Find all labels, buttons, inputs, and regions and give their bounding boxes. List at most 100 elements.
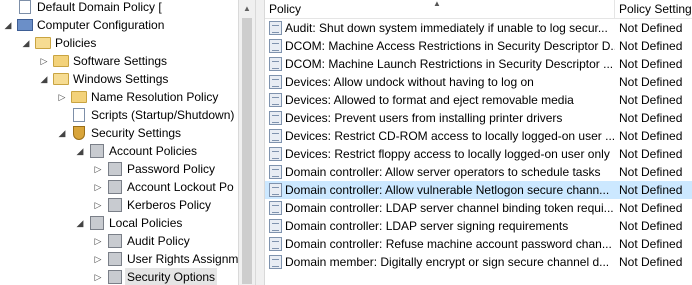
console-tree: Default Domain Policy [ ◢ Computer Configu… [0, 0, 238, 285]
policy-setting-icon [269, 93, 282, 107]
expand-arrow-icon[interactable]: ▷ [58, 88, 66, 106]
table-row[interactable]: Devices: Allow undock without having to … [265, 73, 692, 91]
policy-name: Domain member: Digitally encrypt or sign… [285, 255, 610, 269]
policy-setting-icon [269, 219, 282, 233]
policy-name: Devices: Restrict floppy access to local… [285, 147, 610, 161]
table-row[interactable]: Domain controller: Refuse machine accoun… [265, 235, 692, 253]
policy-setting-icon [269, 255, 282, 269]
pane-splitter[interactable] [255, 0, 265, 285]
policy-name: Domain controller: LDAP server signing r… [285, 219, 569, 233]
policy-name: Audit: Shut down system immediately if u… [285, 21, 608, 35]
policy-name: DCOM: Machine Launch Restrictions in Sec… [285, 57, 614, 71]
policy-setting-icon [269, 147, 282, 161]
table-row[interactable]: Domain controller: Allow vulnerable Netl… [265, 181, 692, 199]
policy-book-icon [108, 162, 122, 176]
tree-item-label: Scripts (Startup/Shutdown) [91, 108, 235, 122]
tree-item-label: Software Settings [73, 54, 168, 68]
policy-setting-icon [269, 237, 282, 251]
policy-name: Devices: Allow undock without having to … [285, 75, 534, 89]
policy-setting-value: Not Defined [619, 39, 683, 53]
policy-setting-icon [269, 111, 282, 125]
policy-setting-value: Not Defined [619, 111, 683, 125]
table-row[interactable]: Devices: Allowed to format and eject rem… [265, 91, 692, 109]
policy-name: Devices: Allowed to format and eject rem… [285, 93, 574, 107]
tree-item-label: User Rights Assignm [127, 252, 238, 266]
policy-setting-value: Not Defined [619, 183, 683, 197]
tree-item-label: Default Domain Policy [ [37, 0, 162, 14]
tree-vertical-scrollbar[interactable]: ▲ [238, 0, 255, 285]
tree-item-label: Security Settings [91, 126, 182, 140]
table-row[interactable]: Devices: Restrict floppy access to local… [265, 145, 692, 163]
scrollbar-thumb[interactable] [242, 18, 252, 284]
policy-setting-icon [269, 183, 282, 197]
policy-book-icon [108, 180, 122, 194]
policy-setting-icon [269, 165, 282, 179]
policy-setting-value: Not Defined [619, 21, 683, 35]
collapse-arrow-icon[interactable]: ◢ [22, 34, 30, 52]
table-row[interactable]: Domain controller: LDAP server channel b… [265, 199, 692, 217]
policy-list: Policy ▲ Policy Setting Audit: Shut down… [265, 0, 692, 285]
policy-book-icon [90, 216, 104, 230]
collapse-arrow-icon[interactable]: ◢ [40, 70, 48, 88]
script-doc-icon [73, 108, 85, 122]
table-row[interactable]: Devices: Restrict CD-ROM access to local… [265, 127, 692, 145]
policy-setting-value: Not Defined [619, 255, 683, 269]
expand-arrow-icon[interactable]: ▷ [40, 52, 48, 70]
policy-book-icon [90, 144, 104, 158]
policy-setting-icon [269, 21, 282, 35]
policy-book-icon [108, 234, 122, 248]
table-row[interactable]: Domain member: Digitally encrypt or sign… [265, 253, 692, 271]
folder-open-icon [35, 37, 51, 49]
collapse-arrow-icon[interactable]: ◢ [58, 124, 66, 142]
table-row[interactable]: Devices: Prevent users from installing p… [265, 109, 692, 127]
policy-setting-value: Not Defined [619, 57, 683, 71]
expand-arrow-icon[interactable]: ▷ [94, 250, 102, 268]
column-header-policy-setting[interactable]: Policy Setting [615, 0, 692, 18]
policy-book-icon [108, 270, 122, 284]
expand-arrow-icon[interactable]: ▷ [94, 232, 102, 250]
folder-icon [71, 91, 87, 103]
policy-setting-icon [269, 57, 282, 71]
policy-setting-icon [269, 39, 282, 53]
policy-name: Domain controller: Refuse machine accoun… [285, 237, 612, 251]
tree-item-label: Security Options [125, 268, 218, 285]
policy-name: Domain controller: Allow server operator… [285, 165, 601, 179]
policy-book-icon [108, 252, 122, 266]
collapse-arrow-icon[interactable]: ◢ [76, 214, 84, 232]
policy-book-icon [108, 198, 122, 212]
scroll-up-arrow-icon[interactable]: ▲ [239, 0, 255, 17]
list-header: Policy ▲ Policy Setting [265, 0, 692, 19]
collapse-arrow-icon[interactable]: ◢ [4, 16, 12, 34]
policy-setting-value: Not Defined [619, 75, 683, 89]
table-row[interactable]: Domain controller: Allow server operator… [265, 163, 692, 181]
tree-item-label: Kerberos Policy [127, 198, 212, 212]
collapse-arrow-icon[interactable] [4, 0, 12, 16]
policy-setting-icon [269, 201, 282, 215]
table-row[interactable]: DCOM: Machine Launch Restrictions in Sec… [265, 55, 692, 73]
policy-setting-value: Not Defined [619, 201, 683, 215]
expand-arrow-icon[interactable]: ▷ [94, 178, 102, 196]
policy-setting-value: Not Defined [619, 165, 683, 179]
folder-open-icon [53, 73, 69, 85]
tree-item-label: Audit Policy [127, 234, 190, 248]
policy-setting-value: Not Defined [619, 147, 683, 161]
table-row[interactable]: DCOM: Machine Access Restrictions in Sec… [265, 37, 692, 55]
table-row[interactable]: Audit: Shut down system immediately if u… [265, 19, 692, 37]
policy-name: Devices: Prevent users from installing p… [285, 111, 563, 125]
policy-setting-value: Not Defined [619, 129, 683, 143]
tree-item-label: Computer Configuration [37, 18, 165, 32]
collapse-arrow-icon[interactable]: ◢ [76, 142, 84, 160]
table-row[interactable]: Domain controller: LDAP server signing r… [265, 217, 692, 235]
policy-name: DCOM: Machine Access Restrictions in Sec… [285, 39, 615, 53]
policy-name: Domain controller: LDAP server channel b… [285, 201, 614, 215]
tree-item-label: Password Policy [127, 162, 216, 176]
policy-setting-icon [269, 129, 282, 143]
expand-arrow-icon[interactable]: ▷ [94, 196, 102, 214]
tree-item-label: Account Policies [109, 144, 198, 158]
policy-setting-value: Not Defined [619, 219, 683, 233]
expand-arrow-icon[interactable]: ▷ [94, 160, 102, 178]
collapse-arrow-icon[interactable] [58, 106, 66, 124]
computer-icon [17, 19, 33, 31]
tree-item-label: Policies [55, 36, 97, 50]
expand-arrow-icon[interactable]: ▷ [94, 268, 102, 285]
